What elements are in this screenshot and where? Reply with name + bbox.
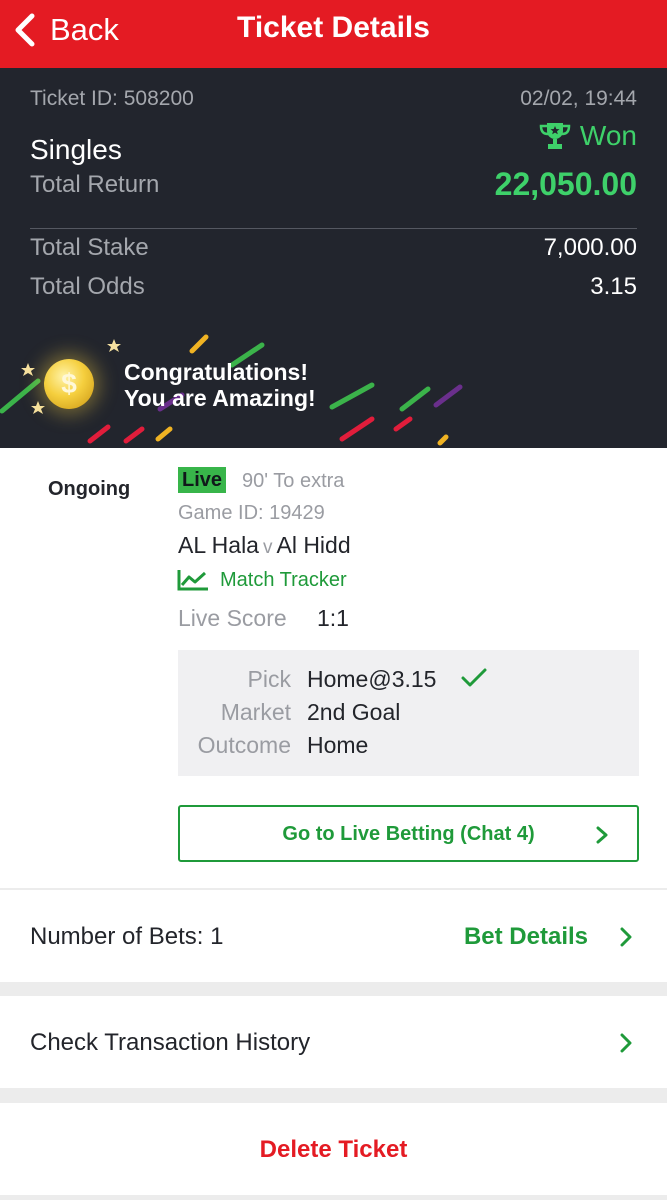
status-text: Won bbox=[579, 120, 637, 151]
outcome-label: Outcome bbox=[197, 732, 291, 758]
bet-details-row[interactable]: Number of Bets: 1 Bet Details bbox=[0, 890, 667, 982]
versus: v bbox=[262, 537, 273, 558]
line-chart-icon bbox=[177, 570, 208, 591]
congrats-text: Congratulations! You are Amazing! bbox=[124, 359, 316, 411]
congrats-line-1: Congratulations! bbox=[124, 359, 308, 385]
market-label: Market bbox=[220, 699, 291, 725]
pick-details: Pick Home@3.15 Market 2nd Goal Outcome H… bbox=[178, 650, 639, 776]
congrats-line-2: You are Amazing! bbox=[124, 385, 316, 411]
transaction-history-label: Check Transaction History bbox=[30, 1029, 311, 1056]
ticket-datetime: 02/02, 19:44 bbox=[520, 87, 637, 110]
market-value: 2nd Goal bbox=[307, 699, 401, 725]
live-score-label: Live Score bbox=[178, 605, 287, 631]
dollar-coin-icon: $ bbox=[44, 359, 94, 409]
chevron-right-icon bbox=[620, 927, 632, 947]
delete-ticket-label: Delete Ticket bbox=[259, 1136, 408, 1163]
top-bar: Back Ticket Details bbox=[0, 0, 667, 68]
total-return-value: 22,050.00 bbox=[494, 166, 637, 202]
delete-ticket-button[interactable]: Delete Ticket bbox=[0, 1103, 667, 1195]
total-return-label: Total Return bbox=[30, 171, 160, 198]
confetti-decoration bbox=[0, 334, 463, 446]
bet-state: Ongoing bbox=[48, 478, 131, 500]
bets-count: Number of Bets: 1 bbox=[30, 923, 224, 950]
away-team: Al Hidd bbox=[276, 532, 351, 558]
bet-card: Ongoing Live 90' To extra Game ID: 19429… bbox=[0, 448, 667, 888]
back-button[interactable]: Back bbox=[12, 10, 119, 50]
checkmark-icon bbox=[461, 668, 487, 687]
ticket-id: Ticket ID: 508200 bbox=[30, 87, 194, 110]
home-team: AL Hala bbox=[178, 532, 259, 558]
match-teams: AL Hala v Al Hidd bbox=[178, 532, 351, 559]
outcome-value: Home bbox=[307, 732, 369, 758]
total-odds-value: 3.15 bbox=[590, 273, 637, 300]
total-stake-label: Total Stake bbox=[30, 234, 149, 261]
match-tracker-link[interactable]: Match Tracker bbox=[176, 568, 347, 592]
live-badge: Live bbox=[178, 467, 227, 493]
transaction-history-row[interactable]: Check Transaction History bbox=[0, 996, 667, 1088]
chevron-left-icon bbox=[15, 13, 35, 47]
game-id: Game ID: 19429 bbox=[178, 502, 325, 524]
divider bbox=[30, 228, 637, 229]
live-score-value: 1:1 bbox=[317, 605, 349, 631]
trophy-icon bbox=[539, 123, 571, 149]
pick-label: Pick bbox=[247, 666, 291, 692]
live-betting-button[interactable]: Go to Live Betting (Chat 4) bbox=[178, 805, 639, 862]
match-tracker-label: Match Tracker bbox=[220, 568, 347, 591]
back-label: Back bbox=[50, 12, 119, 47]
chevron-right-icon bbox=[596, 826, 608, 844]
congrats-banner: $ Congratulations! You are Amazing! bbox=[0, 323, 667, 448]
bet-details-link[interactable]: Bet Details bbox=[464, 923, 588, 951]
chevron-right-icon bbox=[620, 1033, 632, 1053]
total-stake-value: 7,000.00 bbox=[543, 234, 637, 261]
total-odds-label: Total Odds bbox=[30, 273, 145, 300]
bet-type: Singles bbox=[30, 134, 122, 165]
live-status: 90' To extra bbox=[242, 470, 345, 492]
live-betting-label: Go to Live Betting (Chat 4) bbox=[282, 823, 535, 845]
ticket-summary: Ticket ID: 508200 02/02, 19:44 Won Singl… bbox=[0, 68, 667, 448]
status-badge: Won bbox=[538, 120, 637, 152]
pick-value: Home@3.15 bbox=[307, 666, 437, 692]
